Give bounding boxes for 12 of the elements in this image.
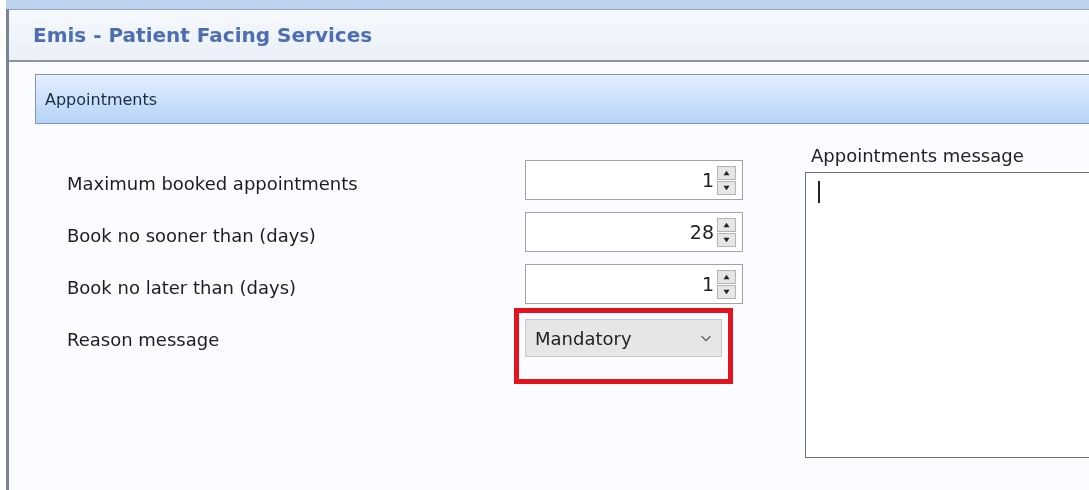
field-label: Reason message <box>67 327 221 350</box>
dropdown[interactable]: Mandatory <box>525 319 722 357</box>
window-title: Emis - Patient Facing Services <box>33 23 373 47</box>
field-label: Book no sooner than (days) <box>67 223 317 246</box>
number-field[interactable]: 1 <box>525 264 743 304</box>
section-header[interactable]: Appointments <box>35 74 1089 124</box>
number-field[interactable]: 28 <box>525 212 743 252</box>
section-title: Appointments <box>45 89 158 109</box>
field-label: Book no later than (days) <box>67 275 298 298</box>
field-label: Appointments message <box>810 145 1025 166</box>
number-field[interactable]: 1 <box>525 160 743 200</box>
field-label: Maximum booked appointments <box>67 171 359 194</box>
